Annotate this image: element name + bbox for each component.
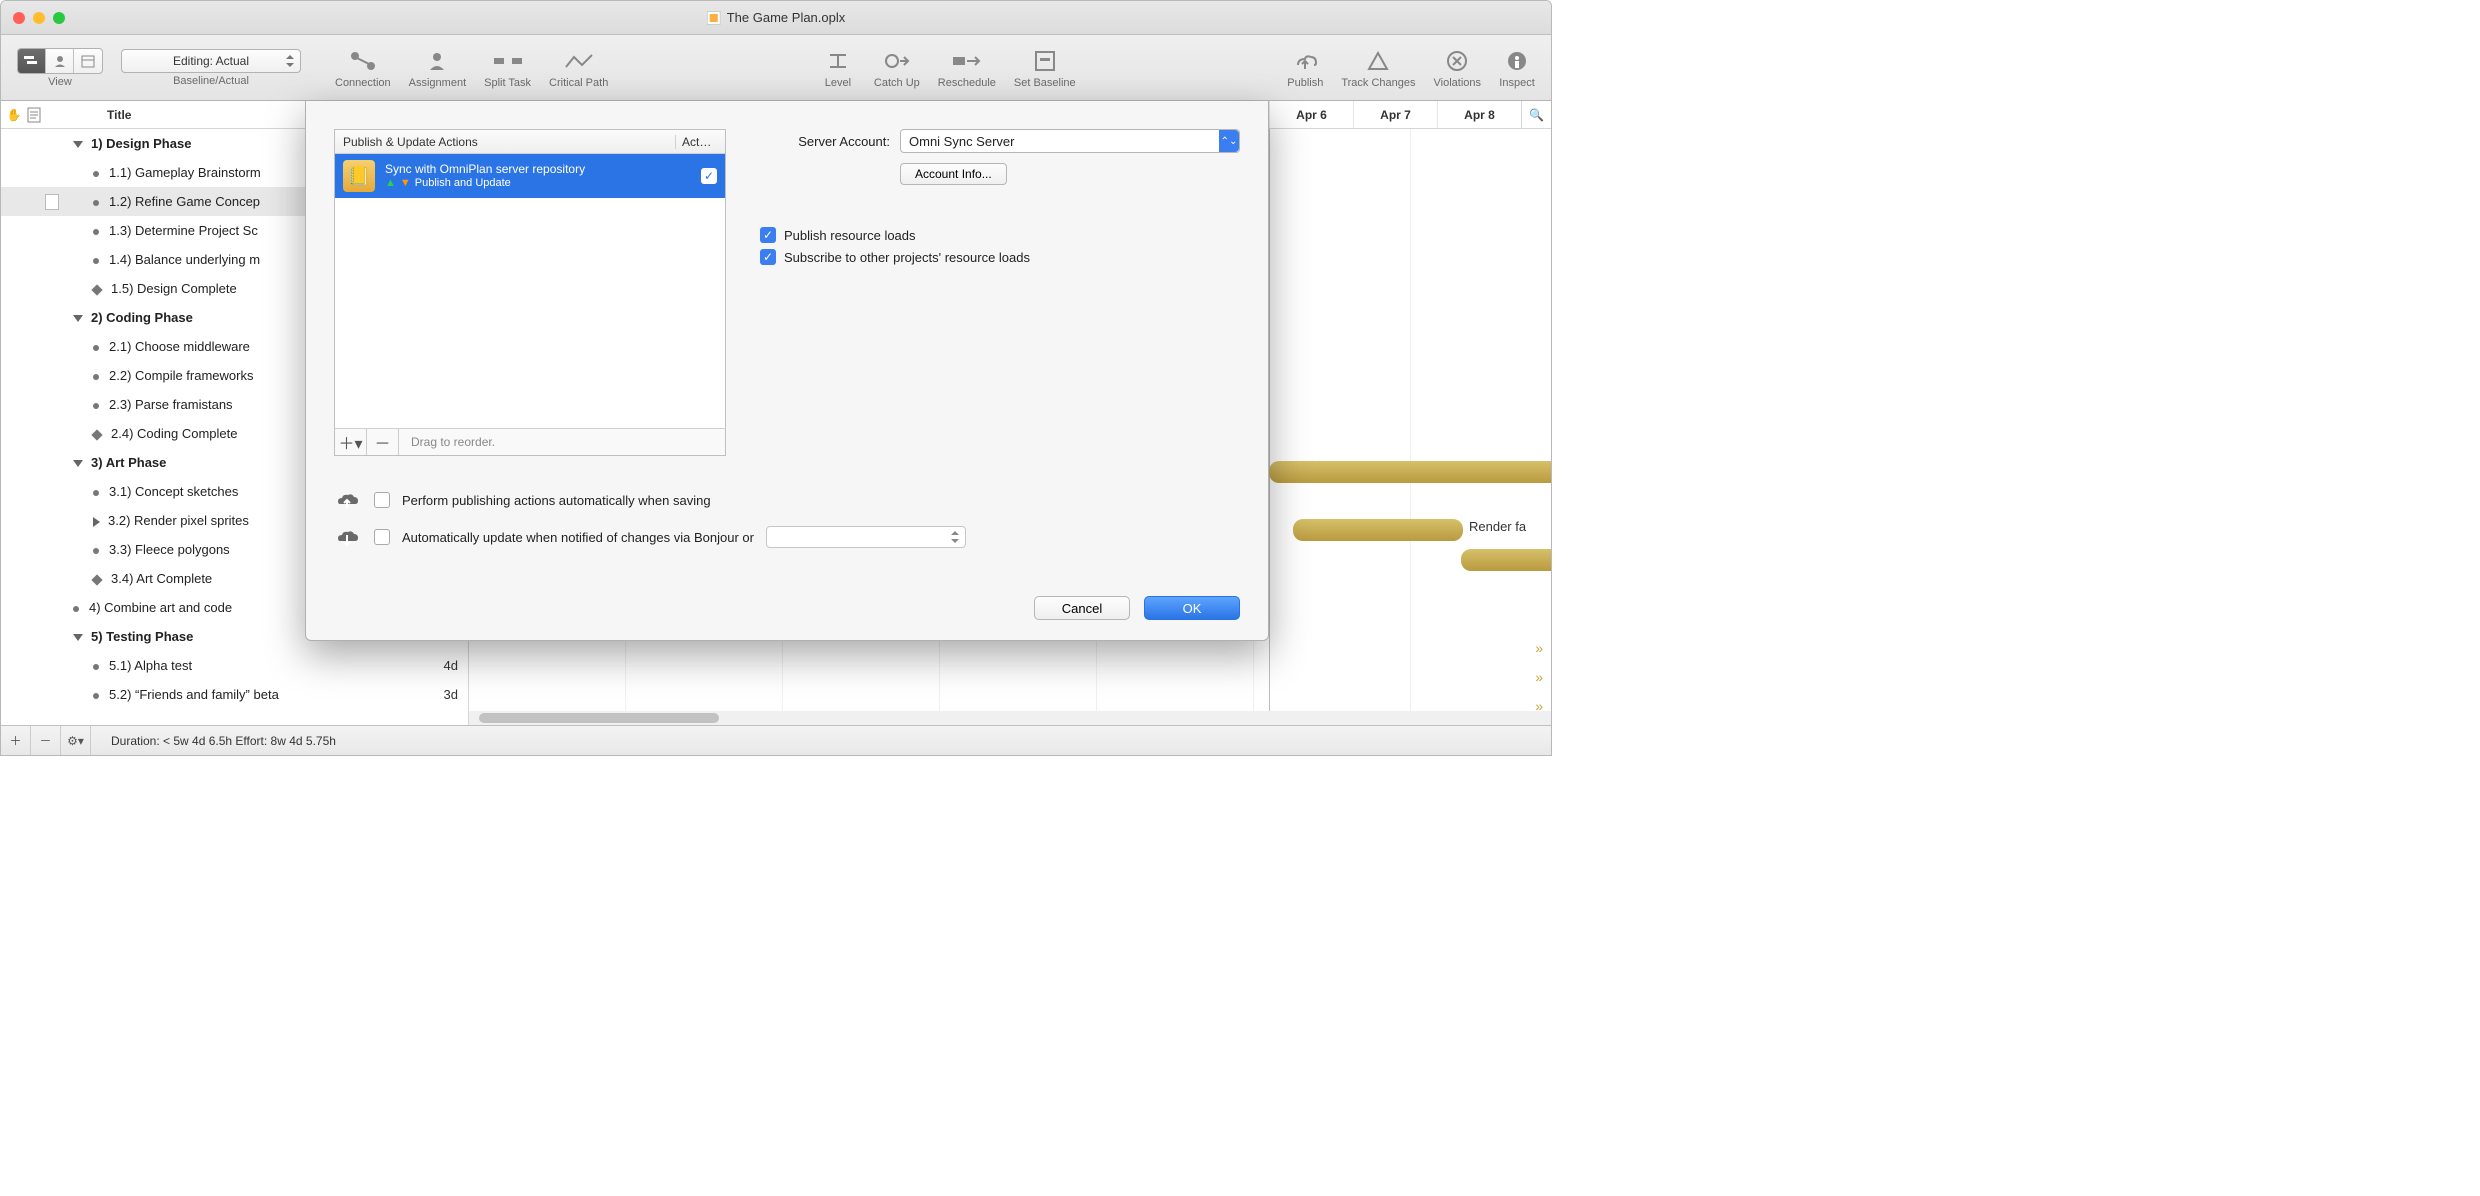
gantt-bar[interactable] <box>1269 461 1551 483</box>
actions-column-header[interactable]: Publish & Update Actions <box>335 135 675 149</box>
auto-publish-checkbox[interactable] <box>374 492 390 508</box>
bonjour-select[interactable] <box>766 526 966 548</box>
gantt-bar-label: Render fa <box>1469 519 1526 534</box>
publish-arrow-icon: ▲ <box>385 176 396 190</box>
status-text: Duration: < 5w 4d 6.5h Effort: 8w 4d 5.7… <box>91 734 336 748</box>
publish-label: Publish <box>1287 77 1323 89</box>
violations-label: Violations <box>1434 77 1482 89</box>
catch-up-icon[interactable] <box>879 47 915 75</box>
critical-path-icon[interactable] <box>561 47 597 75</box>
track-changes-icon[interactable] <box>1360 47 1396 75</box>
date-header: Apr 6 <box>1269 101 1353 128</box>
note-icon <box>45 194 59 210</box>
critical-path-label: Critical Path <box>549 77 608 89</box>
auto-update-label: Automatically update when notified of ch… <box>402 530 754 545</box>
track-changes-label: Track Changes <box>1341 77 1415 89</box>
set-baseline-icon[interactable] <box>1027 47 1063 75</box>
baseline-group: Editing: Actual Baseline/Actual <box>115 47 307 89</box>
split-task-label: Split Task <box>484 77 531 89</box>
action-row-sync[interactable]: 📒 Sync with OmniPlan server repository ▲… <box>335 154 725 198</box>
subscribe-loads-label: Subscribe to other projects' resource lo… <box>784 250 1030 265</box>
dropdown-arrows-icon: ⌃⌄ <box>1219 130 1239 152</box>
reschedule-label: Reschedule <box>938 77 996 89</box>
account-info-button[interactable]: Account Info... <box>900 163 1007 185</box>
reorder-hint: Drag to reorder. <box>399 435 495 449</box>
gantt-view-icon[interactable] <box>18 49 46 73</box>
assignment-label: Assignment <box>409 77 466 89</box>
date-header: Apr 8 <box>1437 101 1521 128</box>
auto-publish-label: Perform publishing actions automatically… <box>402 493 711 508</box>
action-enabled-checkbox[interactable]: ✓ <box>701 168 717 184</box>
horizontal-scrollbar[interactable] <box>469 711 1551 725</box>
flag-column-icon[interactable]: ✋ <box>1 108 27 122</box>
set-baseline-label: Set Baseline <box>1014 77 1076 89</box>
date-header: Apr 7 <box>1353 101 1437 128</box>
app-window: The Game Plan.oplx View Editing: Actual … <box>0 0 1552 756</box>
view-segmented[interactable] <box>17 48 103 74</box>
status-bar: ＋ － ⚙︎▾ Duration: < 5w 4d 6.5h Effort: 8… <box>1 725 1551 755</box>
inspect-icon[interactable] <box>1499 47 1535 75</box>
remove-action-button[interactable]: － <box>367 429 399 455</box>
continue-chevron-icon: » <box>1535 669 1543 685</box>
actions-list: Publish & Update Actions Act… 📒 Sync wit… <box>334 129 726 429</box>
gantt-bar[interactable] <box>1293 519 1463 541</box>
add-button[interactable]: ＋ <box>1 726 31 755</box>
connection-icon[interactable] <box>345 47 381 75</box>
baseline-label: Baseline/Actual <box>173 75 249 87</box>
calendar-view-icon[interactable] <box>74 49 102 73</box>
view-group: View <box>11 46 109 90</box>
server-account-label: Server Account: <box>760 134 890 149</box>
cloud-download-icon <box>334 527 362 547</box>
action-title: Sync with OmniPlan server repository <box>385 162 585 176</box>
add-action-button[interactable]: ＋▾ <box>335 429 367 455</box>
publish-dialog: Publish & Update Actions Act… 📒 Sync wit… <box>305 101 1269 641</box>
document-title: The Game Plan.oplx <box>707 10 846 25</box>
update-arrow-icon: ▼ <box>400 176 411 190</box>
zoom-icon[interactable] <box>53 12 65 24</box>
catch-up-label: Catch Up <box>874 77 920 89</box>
publish-icon[interactable] <box>1287 47 1323 75</box>
window-controls <box>1 12 65 24</box>
note-column-icon[interactable] <box>27 107 57 123</box>
level-icon[interactable] <box>820 47 856 75</box>
continue-chevron-icon: » <box>1535 640 1543 656</box>
zoom-icon[interactable]: 🔍 <box>1521 101 1551 128</box>
action-menu-button[interactable]: ⚙︎▾ <box>61 726 91 755</box>
cancel-button[interactable]: Cancel <box>1034 596 1130 620</box>
baseline-actual-select[interactable]: Editing: Actual <box>121 49 301 73</box>
split-task-icon[interactable] <box>490 47 526 75</box>
action-subtitle: Publish and Update <box>415 176 511 190</box>
sync-action-icon: 📒 <box>343 160 375 192</box>
view-label: View <box>48 76 72 88</box>
subscribe-loads-checkbox[interactable]: ✓ <box>760 249 776 265</box>
connection-label: Connection <box>335 77 391 89</box>
task-row[interactable]: 5.2) “Friends and family” beta3d <box>1 680 468 709</box>
task-row[interactable]: 5.1) Alpha test4d <box>1 651 468 680</box>
assignment-icon[interactable] <box>419 47 455 75</box>
title-text: The Game Plan.oplx <box>727 10 846 25</box>
violations-icon[interactable] <box>1439 47 1475 75</box>
publish-loads-checkbox[interactable]: ✓ <box>760 227 776 243</box>
close-icon[interactable] <box>13 12 25 24</box>
ok-button[interactable]: OK <box>1144 596 1240 620</box>
reschedule-icon[interactable] <box>949 47 985 75</box>
titlebar: The Game Plan.oplx <box>1 1 1551 35</box>
document-icon <box>707 11 721 25</box>
gantt-bar[interactable] <box>1461 549 1551 571</box>
remove-button[interactable]: － <box>31 726 61 755</box>
server-account-select[interactable]: Omni Sync Server ⌃⌄ <box>900 129 1240 153</box>
minimize-icon[interactable] <box>33 12 45 24</box>
act-column-header[interactable]: Act… <box>675 135 725 149</box>
publish-loads-label: Publish resource loads <box>784 228 916 243</box>
resource-view-icon[interactable] <box>46 49 74 73</box>
cloud-upload-icon <box>334 490 362 510</box>
level-label: Level <box>825 77 851 89</box>
toolbar: View Editing: Actual Baseline/Actual Con… <box>1 35 1551 101</box>
actions-list-footer: ＋▾ － Drag to reorder. <box>334 428 726 456</box>
title-column-header[interactable]: Title <box>57 108 131 122</box>
actions-list-header: Publish & Update Actions Act… <box>335 130 725 154</box>
inspect-label: Inspect <box>1499 77 1534 89</box>
auto-update-checkbox[interactable] <box>374 529 390 545</box>
